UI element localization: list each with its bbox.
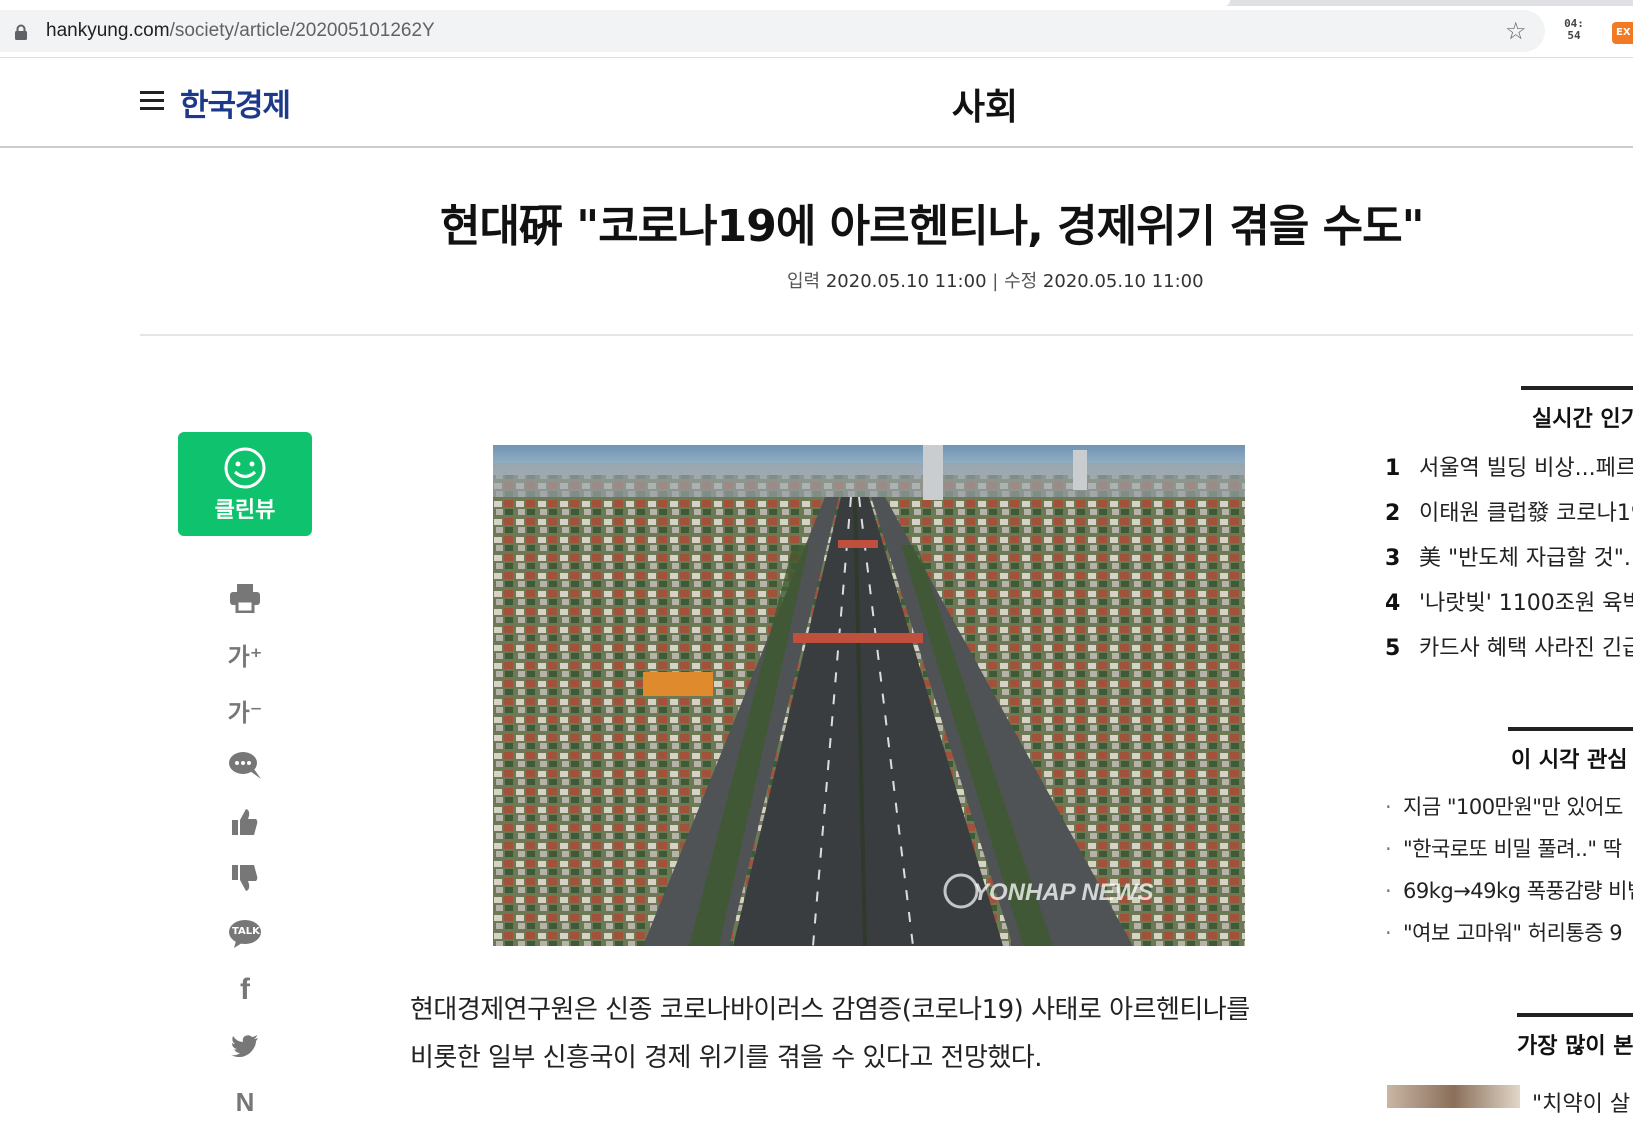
article-photo: YONHAP NEWS <box>493 445 1245 946</box>
most-viewed-title: 가장 많이 본 <box>1517 1034 1633 1059</box>
comment-icon[interactable] <box>220 738 270 794</box>
body-line-1: 현대경제연구원은 신종 코로나바이러스 감염증(코로나19) 사태로 아르헨티나… <box>410 995 1250 1025</box>
list-item[interactable]: · "여보 고마워" 허리통증 9 <box>1385 917 1633 959</box>
section-title: 사회 <box>951 87 1019 128</box>
article-body: 현대경제연구원은 신종 코로나바이러스 감염증(코로나19) 사태로 아르헨티나… <box>410 986 1330 1082</box>
realtime-list: 1 서울역 빌딩 비상...페르 2 이태원 클럽發 코로나19 3美 "반도체 자… <box>1385 450 1633 675</box>
kakaotalk-share-icon[interactable]: TALK <box>220 906 270 962</box>
date-separator: | <box>992 271 999 292</box>
twitter-share-icon[interactable] <box>220 1018 270 1074</box>
list-item[interactable]: · "한국로또 비밀 풀려.." 딱 <box>1385 833 1633 875</box>
interest-rule <box>1508 727 1633 731</box>
cleanview-label: 클린뷰 <box>214 498 276 523</box>
most-viewed-first-item[interactable]: "치약이 살 <box>1532 1086 1630 1118</box>
url-path: /society/article/202005101262Y <box>169 20 435 41</box>
print-icon[interactable] <box>220 570 270 626</box>
list-item[interactable]: 4'나랏빚' 1100조원 육박... <box>1385 585 1633 630</box>
list-item[interactable]: 3美 "반도체 자급할 것"... <box>1385 540 1633 585</box>
body-line-2: 비롯한 일부 신흥국이 경제 위기를 겪을 수 있다고 전망했다. <box>410 1043 1042 1073</box>
font-decrease-icon[interactable]: 가⁻ <box>220 682 270 738</box>
article-dates: 입력 2020.05.10 11:00 | 수정 2020.05.10 11:0… <box>787 267 1204 293</box>
cleanview-button[interactable]: 클린뷰 <box>178 432 312 536</box>
most-viewed-thumbnail[interactable] <box>1387 1085 1520 1108</box>
thumbs-up-icon[interactable] <box>220 794 270 850</box>
input-date: 2020.05.10 11:00 <box>825 271 987 292</box>
list-item[interactable]: · 69kg→49kg 폭풍감량 비법 <box>1385 875 1633 917</box>
bookmark-star-icon[interactable]: ☆ <box>1505 19 1527 43</box>
article-tools: 가⁺ 가⁻ TALK f N <box>220 570 270 1130</box>
modified-label: 수정 <box>1004 271 1038 292</box>
realtime-title: 실시간 인기 <box>1532 407 1633 432</box>
modified-date: 2020.05.10 11:00 <box>1042 271 1204 292</box>
talk-label: TALK <box>232 926 260 937</box>
input-label: 입력 <box>787 271 821 292</box>
interest-list: · 지금 "100만원"만 있어도 · "한국로또 비밀 풀려.." 딱 · 69kg… <box>1385 791 1633 959</box>
address-bar[interactable]: hankyung.com/society/article/20200510126… <box>0 10 1545 52</box>
smiley-icon <box>224 447 266 489</box>
most-viewed-rule <box>1517 1013 1633 1017</box>
font-increase-icon[interactable]: 가⁺ <box>220 626 270 682</box>
facebook-share-icon[interactable]: f <box>220 962 270 1018</box>
interest-title: 이 시각 관심 <box>1511 748 1628 773</box>
clock-extension-icon[interactable]: 04: 54 <box>1560 18 1588 42</box>
list-item[interactable]: · 지금 "100만원"만 있어도 <box>1385 791 1633 833</box>
extension-badge-icon[interactable]: EX <box>1612 22 1633 44</box>
naver-share-icon[interactable]: N <box>220 1074 270 1130</box>
browser-toolbar: hankyung.com/society/article/20200510126… <box>0 6 1633 58</box>
list-item[interactable]: 2 이태원 클럽發 코로나19 <box>1385 495 1633 540</box>
thumbs-down-icon[interactable] <box>220 850 270 906</box>
list-item[interactable]: 5 카드사 혜택 사라진 긴급 <box>1385 630 1633 675</box>
header-divider <box>140 334 1633 336</box>
article-headline: 현대硏 "코로나19에 아르헨티나, 경제위기 겪을 수도" <box>440 201 1425 252</box>
photo-watermark: YONHAP NEWS <box>973 879 1153 906</box>
site-header: 한국경제 사회 <box>0 58 1633 148</box>
realtime-rule <box>1521 386 1633 390</box>
url-host: hankyung.com <box>46 20 170 41</box>
lock-icon[interactable] <box>14 24 28 40</box>
list-item[interactable]: 1 서울역 빌딩 비상...페르 <box>1385 450 1633 495</box>
url-text[interactable]: hankyung.com/society/article/20200510126… <box>46 20 435 42</box>
clock-minutes: 54 <box>1567 29 1581 42</box>
